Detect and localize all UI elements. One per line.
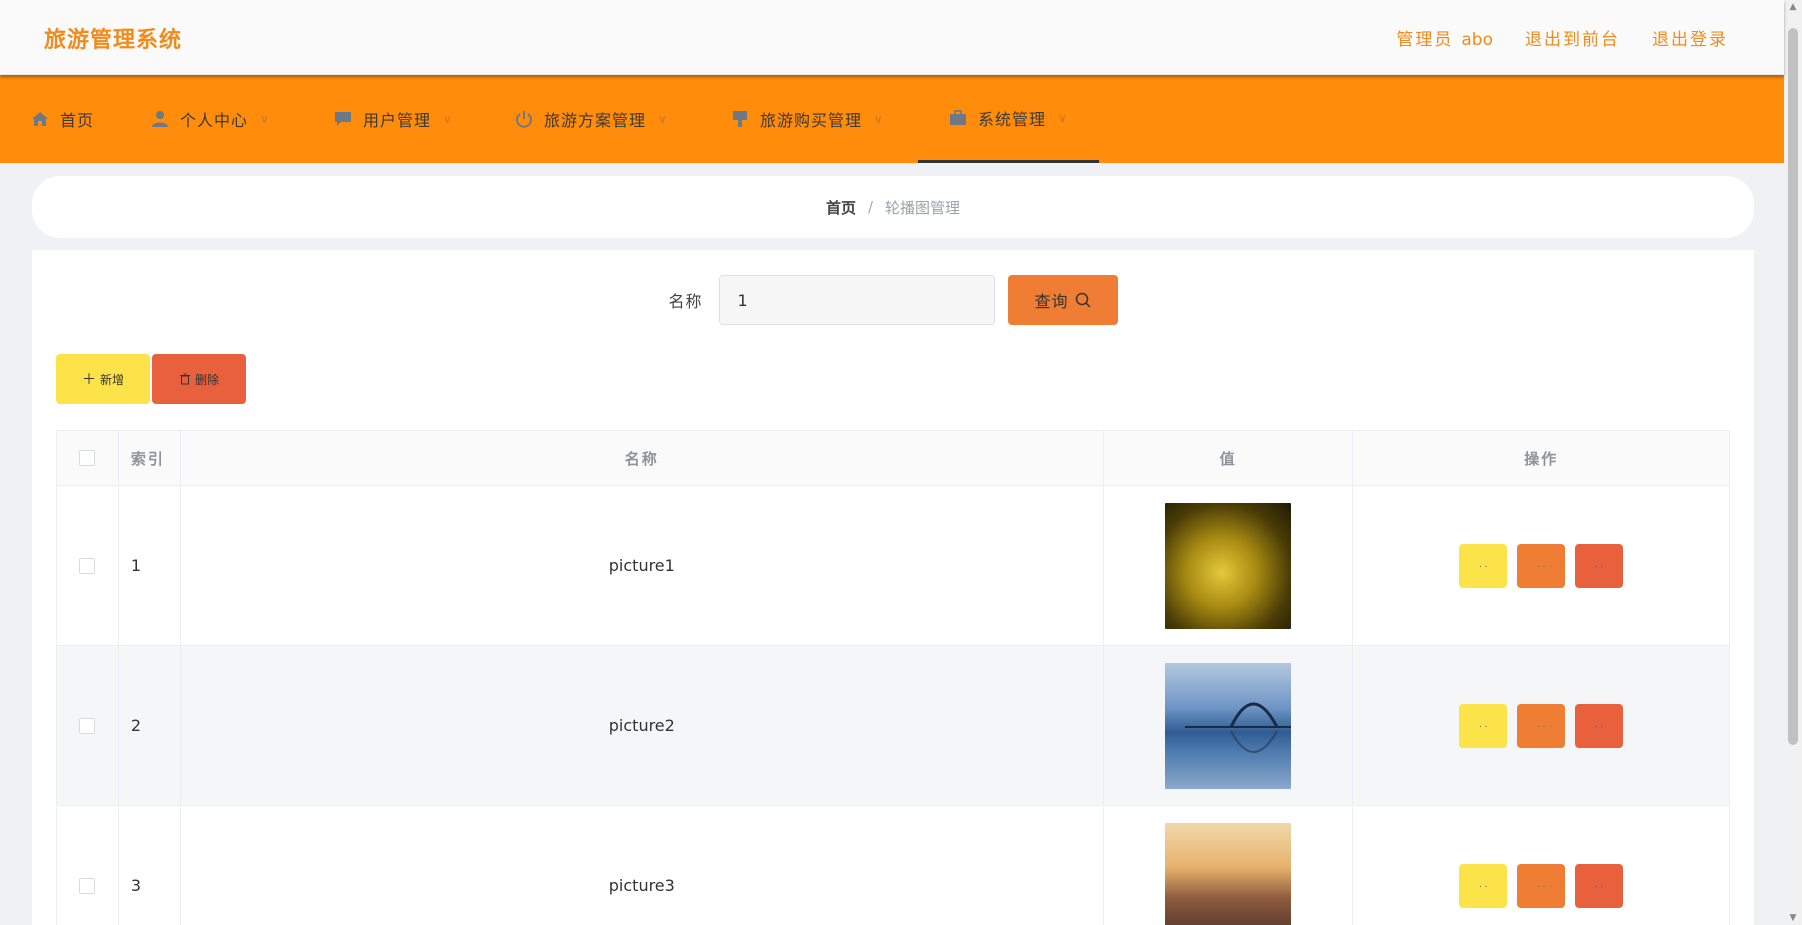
row-checkbox-cell: [57, 646, 119, 805]
edit-button[interactable]: · ·: [1517, 703, 1566, 748]
trash-icon: [179, 373, 190, 385]
row-value-cell: [1104, 486, 1354, 645]
pin-icon: [730, 109, 750, 129]
header-checkbox-cell: [57, 431, 119, 485]
row-name: picture2: [181, 646, 1104, 805]
column-header-value: 值: [1104, 431, 1354, 485]
row-name: picture3: [181, 806, 1104, 925]
breadcrumb-current: 轮播图管理: [885, 198, 961, 217]
header-links: 管理员 abo 退出到前台 退出登录: [1396, 25, 1728, 50]
row-delete-button[interactable]: · ·: [1575, 703, 1624, 748]
action-buttons: ＋ 新增 删除: [56, 354, 246, 404]
logout-link[interactable]: 退出登录: [1652, 25, 1728, 50]
select-all-checkbox[interactable]: [79, 450, 96, 466]
exit-to-front-link[interactable]: 退出到前台: [1525, 25, 1620, 50]
nav-item-personal-center[interactable]: 个人中心 ∨: [150, 75, 270, 163]
row-checkbox[interactable]: [79, 877, 96, 894]
nav-label-travel-purchase-management: 旅游购买管理: [760, 111, 863, 130]
row-actions: · · · · · ·: [1353, 646, 1729, 805]
main-nav: 首页 个人中心 ∨ 用户管理 ∨ 旅游方案管理 ∨ 旅游购买管理 ∨ 系统管理 …: [0, 75, 1784, 163]
row-value-cell: [1104, 806, 1354, 925]
row-index: 1: [119, 486, 181, 645]
view-button[interactable]: · ·: [1459, 703, 1508, 748]
row-delete-button[interactable]: · ·: [1575, 863, 1624, 908]
app-title: 旅游管理系统: [44, 27, 183, 53]
breadcrumb-home[interactable]: 首页: [826, 197, 856, 218]
table-row: 1 picture1 · · · · · ·: [57, 486, 1729, 646]
nav-label-user-management: 用户管理: [363, 111, 432, 130]
nav-item-home[interactable]: 首页: [30, 75, 94, 163]
search-bar: 名称 查询: [32, 275, 1754, 325]
nav-item-user-management[interactable]: 用户管理 ∨: [333, 75, 453, 163]
nav-label-travel-plan-management: 旅游方案管理: [544, 111, 647, 130]
chevron-down-icon: ∨: [658, 112, 668, 126]
delete-button-label: 删除: [194, 372, 219, 387]
add-button[interactable]: ＋ 新增: [56, 354, 150, 404]
plus-icon: ＋: [81, 372, 96, 388]
search-icon: [1075, 292, 1091, 308]
top-header: 旅游管理系统 管理员 abo 退出到前台 退出登录: [0, 0, 1784, 75]
nav-item-system-management[interactable]: 系统管理 ∨: [918, 75, 1099, 163]
table-header: 索引 名称 值 操作: [57, 431, 1729, 486]
row-delete-button[interactable]: · ·: [1575, 543, 1624, 588]
power-icon: [514, 109, 534, 129]
scroll-up-arrow-icon[interactable]: ▲: [1788, 2, 1798, 12]
nav-item-travel-purchase-management[interactable]: 旅游购买管理 ∨: [730, 75, 884, 163]
add-button-label: 新增: [99, 372, 124, 387]
table-row: 3 picture3 · · · · · ·: [57, 806, 1729, 925]
view-button[interactable]: · ·: [1459, 543, 1508, 588]
nav-label-system-management: 系统管理: [978, 109, 1047, 129]
row-actions: · · · · · ·: [1353, 486, 1729, 645]
admin-info: 管理员 abo: [1396, 25, 1493, 50]
carousel-table: 索引 名称 值 操作 1 picture1 · · · · · · 2 pict…: [56, 430, 1730, 925]
chevron-down-icon: ∨: [443, 112, 453, 126]
view-button[interactable]: · ·: [1459, 863, 1508, 908]
bridge-graphic: [1185, 702, 1292, 753]
row-checkbox[interactable]: [79, 557, 96, 574]
scrollbar-thumb[interactable]: [1788, 28, 1798, 745]
chevron-down-icon: ∨: [874, 112, 884, 126]
nav-label-home: 首页: [60, 111, 95, 130]
nav-label-personal-center: 个人中心: [180, 111, 249, 130]
breadcrumb-separator: /: [867, 198, 874, 216]
search-label: 名称: [668, 292, 703, 311]
user-icon: [150, 109, 170, 129]
column-header-name: 名称: [181, 431, 1104, 485]
table-row: 2 picture2 · · · · · ·: [57, 646, 1729, 806]
page-scrollbar[interactable]: ▲ ▼: [1784, 0, 1802, 925]
search-button-label: 查询: [1034, 292, 1069, 311]
chat-icon: [333, 109, 353, 129]
edit-button[interactable]: · ·: [1517, 863, 1566, 908]
admin-name: abo: [1461, 30, 1493, 50]
column-header-actions: 操作: [1524, 449, 1559, 468]
delete-button[interactable]: 删除: [152, 354, 246, 404]
row-index: 3: [119, 806, 181, 925]
row-index: 2: [119, 646, 181, 805]
scroll-down-arrow-icon[interactable]: ▼: [1788, 913, 1798, 923]
search-input[interactable]: [718, 275, 995, 325]
search-button[interactable]: 查询: [1007, 275, 1118, 325]
chevron-down-icon: ∨: [1058, 110, 1068, 125]
nav-item-travel-plan-management[interactable]: 旅游方案管理 ∨: [514, 75, 668, 163]
breadcrumb: 首页 / 轮播图管理: [32, 176, 1754, 238]
briefcase-icon: [948, 108, 968, 128]
row-checkbox-cell: [57, 486, 119, 645]
row-value-cell: [1104, 646, 1354, 805]
row-actions: · · · · · ·: [1353, 806, 1729, 925]
carousel-thumbnail[interactable]: [1165, 822, 1292, 925]
chevron-down-icon: ∨: [260, 112, 270, 126]
main-content: 名称 查询 ＋ 新增 删除 索引 名称 值 操作 1 picture1: [32, 250, 1754, 925]
home-icon: [30, 109, 50, 129]
column-header-index: 索引: [119, 431, 181, 485]
row-checkbox[interactable]: [79, 717, 96, 734]
row-name: picture1: [181, 486, 1104, 645]
admin-role: 管理员: [1396, 30, 1454, 50]
carousel-thumbnail[interactable]: [1165, 502, 1292, 629]
edit-button[interactable]: · ·: [1517, 543, 1566, 588]
carousel-thumbnail[interactable]: [1165, 662, 1292, 789]
row-checkbox-cell: [57, 806, 119, 925]
